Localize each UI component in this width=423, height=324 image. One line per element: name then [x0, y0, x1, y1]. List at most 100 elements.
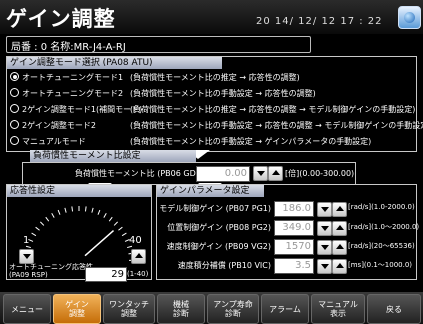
gauge-tick — [57, 209, 61, 215]
response-label: オートチューニング応答性 (PA09 RSP) — [9, 263, 93, 279]
gain-unit: [ms](0.1～1000.0) — [348, 261, 413, 269]
gain-label: 速度積分補償 (PB10 VIC) — [177, 261, 271, 270]
gain-mode-option-2[interactable]: 2ゲイン調整モード1(補間モード)(負荷慣性モーメント比の推定 → 応答性の調整… — [10, 102, 415, 118]
response-range: (1-40) — [127, 270, 149, 278]
gauge-tick — [103, 213, 107, 218]
triangle-down-icon — [256, 171, 265, 176]
radio-icon[interactable] — [10, 88, 19, 97]
gauge-max-label: 40 — [129, 235, 142, 246]
system-icon[interactable] — [398, 6, 421, 29]
inertia-value-field[interactable]: 0.00 — [196, 166, 250, 182]
response-value-field[interactable]: 29 — [85, 267, 127, 282]
station-text: 局番 : 0 名称:MR-J4-A-RJ — [11, 42, 126, 53]
gain-mode-panel: ゲイン調整モード選択 (PA08 ATU) オートチューニングモード1 (負荷慣性… — [6, 56, 423, 152]
gain-mode-option-3[interactable]: 2ゲイン調整モード2 (負荷慣性モーメント比の手動設定 → 応答性の調整 → モデ… — [10, 118, 423, 134]
response-panel: 応答性設定 1 40 オートチューニング応答性 (PA09 RSP) 29 (1-… — [6, 184, 152, 282]
gauge-tick — [118, 226, 123, 231]
bottom-nav: メニュー ゲイン 調整 ワンタッチ 調整 機械 診断 アンプ寿命 診断 アラーム… — [0, 292, 423, 324]
gauge-tick — [113, 221, 119, 226]
gain-increment-button[interactable] — [332, 221, 347, 236]
gain-label: モデル制御ゲイン (PB07 PG1) — [159, 204, 271, 213]
gain-row: 位置制御ゲイン (PB08 PG2) 349.0 [rad/s](1.0～200… — [157, 218, 420, 238]
triangle-down-icon — [320, 245, 329, 250]
gauge-tick — [91, 207, 94, 213]
gauge-tick — [84, 206, 87, 212]
gain-value-field[interactable]: 3.5 — [274, 258, 314, 274]
triangle-down-icon — [320, 226, 329, 231]
inertia-panel: 負荷慣性モーメント比 (PB06 GD2) 0.00 [倍](0.00-300.… — [22, 162, 356, 185]
triangle-up-icon — [335, 244, 344, 249]
gauge-tick — [51, 213, 55, 218]
inertia-unit: [倍](0.00-300.00) — [285, 169, 355, 178]
gain-value-field[interactable]: 1570 — [274, 239, 314, 255]
gauge-tick — [31, 232, 37, 237]
gain-unit: [rad/s](20～65536) — [348, 242, 415, 250]
radio-icon[interactable] — [10, 136, 19, 145]
gain-decrement-button[interactable] — [317, 240, 332, 255]
gain-decrement-button[interactable] — [317, 259, 332, 274]
station-info: 局番 : 0 名称:MR-J4-A-RJ — [6, 36, 311, 53]
gauge-tick — [35, 226, 40, 231]
response-decrement-button[interactable] — [19, 249, 34, 264]
triangle-up-icon — [134, 253, 143, 258]
nav-machine-diagnosis-button[interactable]: 機械 診断 — [157, 294, 205, 324]
gain-param-panel: ゲインパラメータ設定 モデル制御ゲイン (PB07 PG1) 186.0 [ra… — [156, 184, 420, 280]
gauge-tick — [71, 206, 74, 212]
gain-decrement-button[interactable] — [317, 202, 332, 217]
gauge-tick — [25, 245, 31, 249]
radio-icon[interactable] — [10, 120, 19, 129]
nav-back-button[interactable]: 戻る — [367, 294, 421, 324]
gain-value-field[interactable]: 186.0 — [274, 201, 314, 217]
nav-gain-adjust-button[interactable]: ゲイン 調整 — [53, 294, 101, 324]
gain-unit: [rad/s](1.0～2000.0) — [348, 223, 420, 231]
gauge-needle — [84, 230, 115, 257]
inertia-title: 負荷慣性モーメント比設定 — [30, 150, 196, 162]
nav-menu-button[interactable]: メニュー — [3, 294, 51, 324]
gain-row: モデル制御ゲイン (PB07 PG1) 186.0 [rad/s](1.0-20… — [157, 199, 416, 219]
globe-icon — [404, 12, 415, 23]
gauge-tick — [108, 216, 113, 222]
gauge-ticks — [23, 206, 135, 261]
gain-increment-button[interactable] — [332, 240, 347, 255]
gain-mode-title: ゲイン調整モード選択 (PA08 ATU) — [7, 57, 222, 69]
gain-increment-button[interactable] — [332, 259, 347, 274]
clock: 20 14/ 12/ 12 17 : 22 — [256, 16, 383, 27]
inertia-decrement-button[interactable] — [253, 166, 268, 181]
triangle-down-icon — [320, 264, 329, 269]
gain-mode-list: オートチューニングモード1 (負荷慣性モーメント比の推定 → 応答性の調整) オー… — [10, 70, 423, 150]
triangle-up-icon — [271, 170, 280, 175]
gain-label: 位置制御ゲイン (PB08 PG2) — [167, 223, 271, 232]
inertia-label: 負荷慣性モーメント比 (PB06 GD2) — [75, 169, 204, 178]
gauge-tick — [39, 221, 45, 226]
gain-increment-button[interactable] — [332, 202, 347, 217]
gauge-tick — [97, 209, 101, 215]
page-title: ゲイン調整 — [6, 7, 116, 31]
gain-label: 速度制御ゲイン (PB09 VG2) — [166, 242, 271, 251]
nav-one-touch-button[interactable]: ワンタッチ 調整 — [103, 294, 155, 324]
gain-param-title: ゲインパラメータ設定 — [157, 185, 264, 197]
nav-manual-button[interactable]: マニュアル 表示 — [311, 294, 365, 324]
triangle-up-icon — [335, 263, 344, 268]
gauge-tick — [64, 207, 67, 213]
triangle-up-icon — [335, 225, 344, 230]
response-increment-button[interactable] — [131, 249, 146, 264]
response-title: 応答性設定 — [7, 185, 151, 197]
gain-mode-option-1[interactable]: オートチューニングモード2 (負荷慣性モーメント比の手動設定 → 応答性の調整) — [10, 86, 414, 102]
gauge-tick — [121, 232, 127, 237]
gain-row: 速度制御ゲイン (PB09 VG2) 1570 [rad/s](20～65536… — [157, 237, 416, 257]
gain-decrement-button[interactable] — [317, 221, 332, 236]
gain-mode-option-4[interactable]: マニュアルモード (負荷慣性モーメント比の手動設定 → ゲインパラメータの手動設定… — [10, 134, 414, 150]
gain-mode-option-0[interactable]: オートチューニングモード1 (負荷慣性モーメント比の推定 → 応答性の調整) — [10, 70, 414, 86]
radio-icon[interactable] — [10, 72, 19, 81]
gauge-tick — [45, 216, 50, 222]
gain-row: 速度積分補償 (PB10 VIC) 3.5 [ms](0.1～1000.0) — [157, 256, 416, 276]
gauge-tick — [127, 245, 133, 249]
nav-alarm-button[interactable]: アラーム — [261, 294, 309, 324]
triangle-down-icon — [22, 254, 31, 259]
nav-amp-life-button[interactable]: アンプ寿命 診断 — [207, 294, 259, 324]
gauge-min-label: 1 — [23, 235, 30, 246]
triangle-up-icon — [335, 206, 344, 211]
inertia-increment-button[interactable] — [268, 166, 283, 181]
gain-value-field[interactable]: 349.0 — [274, 220, 314, 236]
radio-icon[interactable] — [10, 104, 19, 113]
